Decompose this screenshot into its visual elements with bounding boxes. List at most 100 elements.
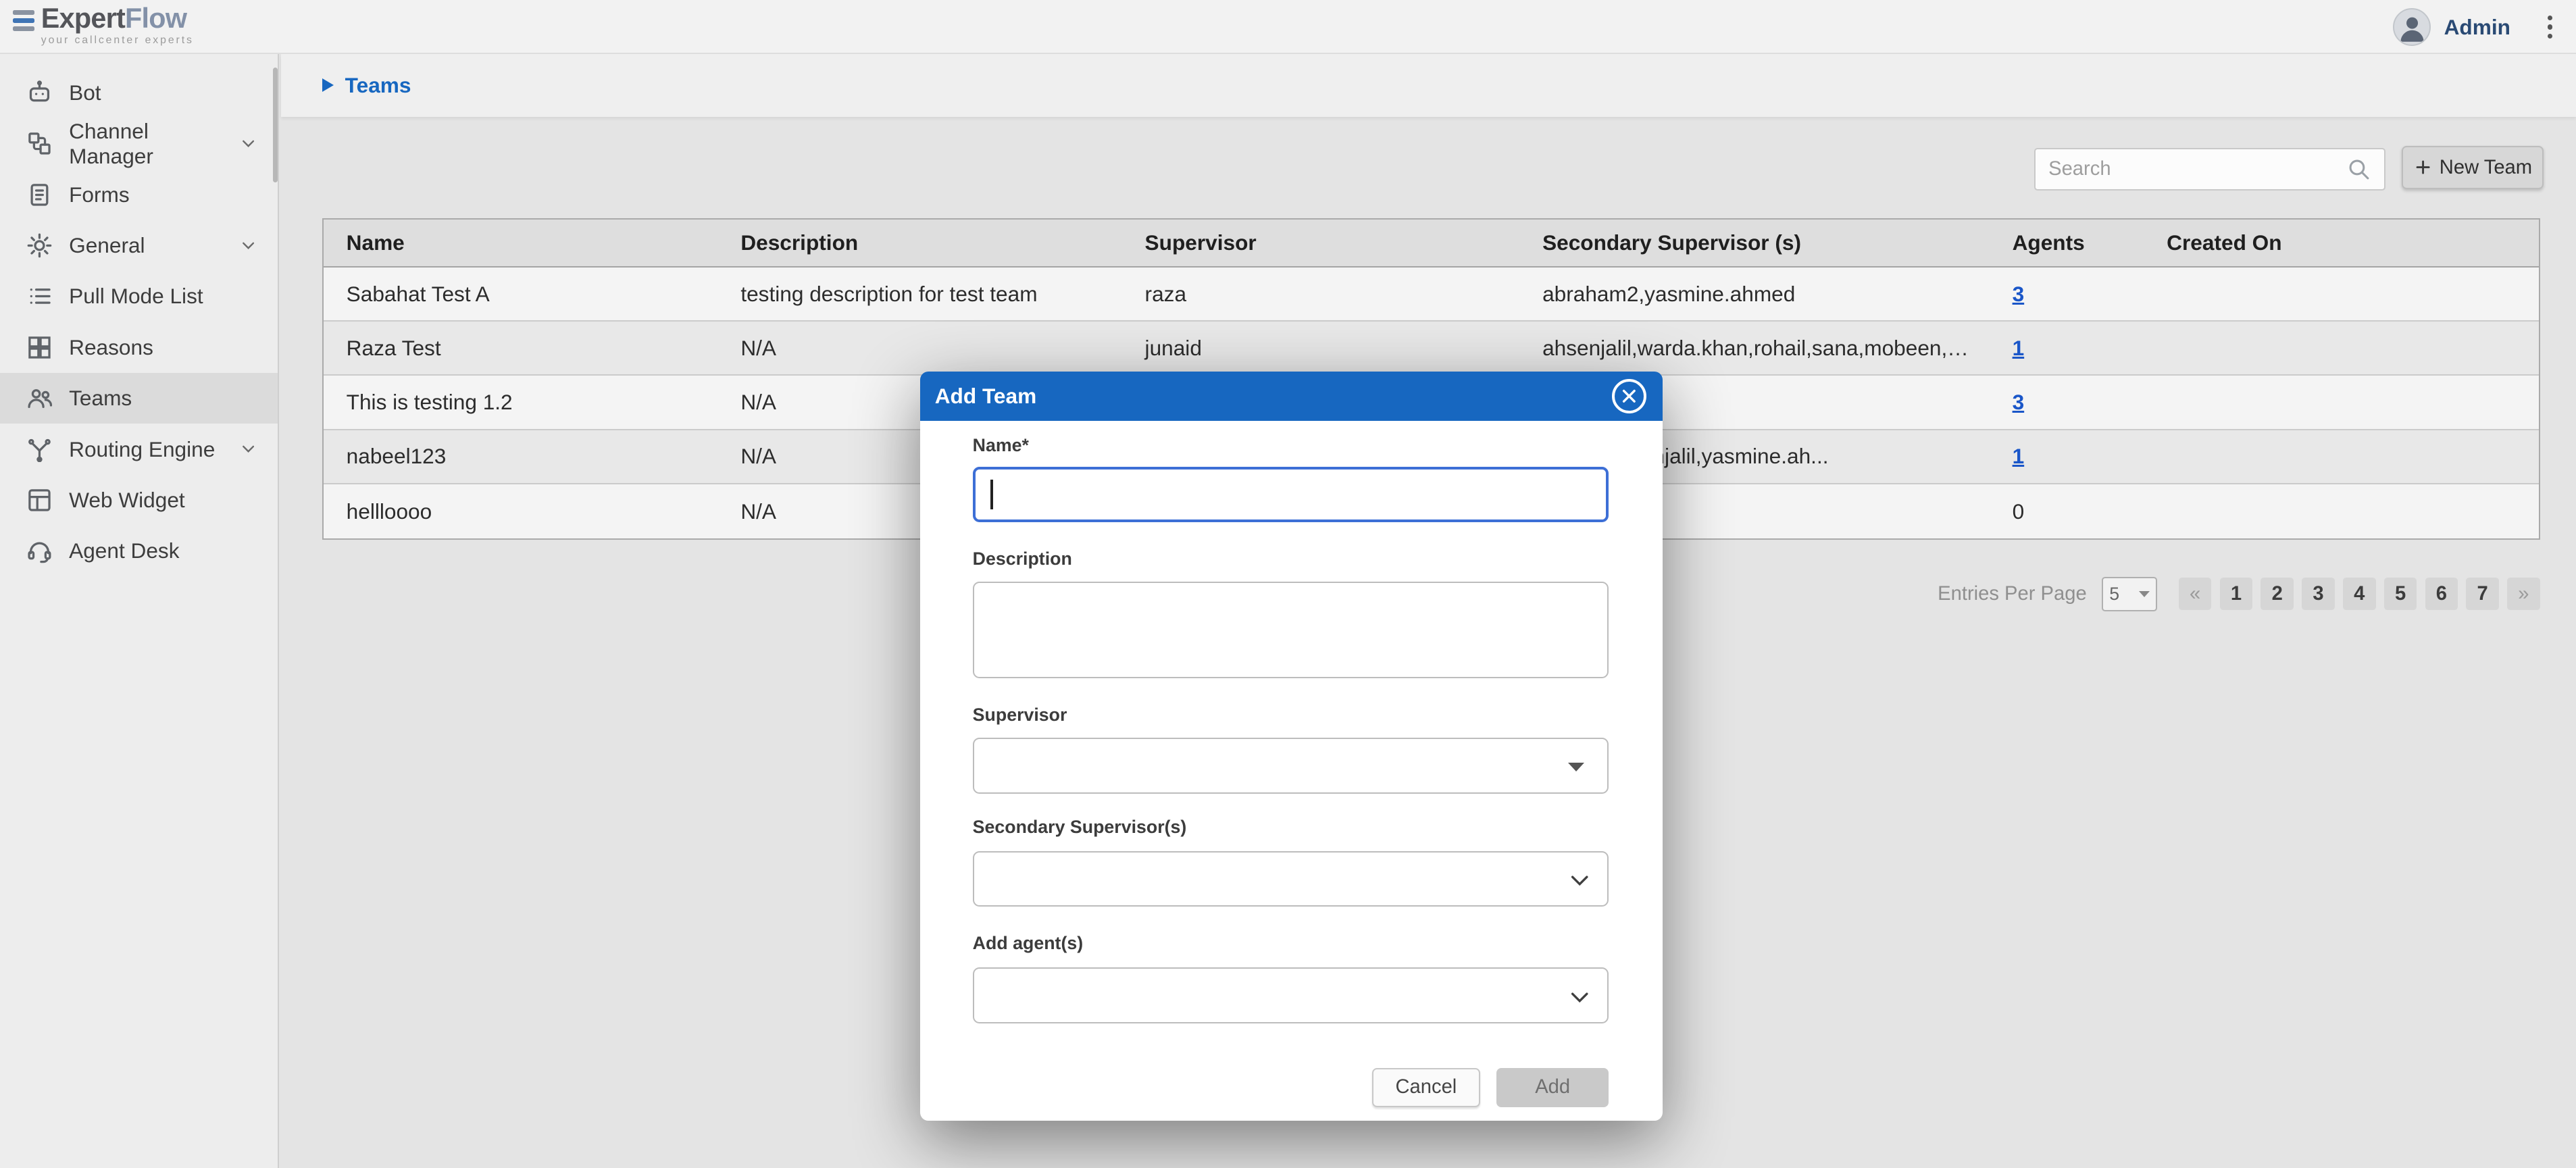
agents-count-link[interactable]: 3 (2013, 282, 2025, 306)
bot-icon (26, 80, 53, 106)
add-team-modal: Add Team Name* Description Supervisor Se… (920, 372, 1663, 1121)
dropdown-caret-icon (1568, 763, 1584, 771)
sidebar-item-teams[interactable]: Teams (0, 373, 278, 424)
close-button[interactable] (1612, 379, 1646, 413)
search-box (2034, 148, 2385, 191)
top-bar: ExpertFlow your callcenter experts Admin (0, 0, 2576, 54)
breadcrumb-label: Teams (345, 73, 411, 98)
page-button-1[interactable]: 1 (2220, 578, 2253, 611)
kebab-menu-icon[interactable] (2537, 7, 2563, 47)
cell-supervisor: raza (1122, 282, 1520, 307)
add-button[interactable]: Add (1496, 1068, 1608, 1107)
chevron-down-icon (1567, 986, 1592, 1010)
column-header-description: Description (717, 230, 1121, 255)
sidebar-item-forms[interactable]: Forms (0, 169, 278, 220)
cell-secondary-supervisors: ahsenjalil,warda.khan,rohail,sana,mobeen… (1519, 336, 1990, 361)
sidebar-item-label: Forms (69, 182, 130, 207)
team-name-input[interactable] (973, 467, 1609, 523)
sidebar-item-bot[interactable]: Bot (0, 68, 278, 118)
entries-per-page-label: Entries Per Page (1938, 583, 2087, 605)
gear-icon (26, 232, 53, 259)
brand-name: ExpertFlow (41, 5, 194, 32)
add-agents-label: Add agent(s) (973, 933, 1083, 954)
cancel-button[interactable]: Cancel (1372, 1068, 1481, 1107)
table-row: Raza Test N/A junaid ahsenjalil,warda.kh… (324, 322, 2539, 376)
sidebar-item-label: Web Widget (69, 488, 185, 513)
page-button-3[interactable]: 3 (2302, 578, 2335, 611)
chevron-down-icon (238, 134, 258, 153)
sidebar-item-pull-mode-list[interactable]: Pull Mode List (0, 271, 278, 322)
supervisor-label: Supervisor (973, 705, 1067, 726)
sidebar-item-reasons[interactable]: Reasons (0, 322, 278, 373)
chevron-down-icon (1567, 869, 1592, 893)
page-button-5[interactable]: 5 (2384, 578, 2417, 611)
breadcrumb[interactable]: Teams (281, 54, 2576, 116)
page-button-6[interactable]: 6 (2425, 578, 2458, 611)
sidebar-item-agent-desk[interactable]: Agent Desk (0, 526, 278, 576)
sidebar-item-label: Routing Engine (69, 437, 215, 462)
sidebar-item-label: Bot (69, 80, 101, 105)
prev-page-button[interactable]: « (2179, 578, 2212, 611)
sidebar-item-label: General (69, 233, 145, 258)
modal-title: Add Team (935, 384, 1036, 409)
add-agents-select[interactable] (973, 967, 1609, 1023)
sidebar-item-label: Agent Desk (69, 538, 179, 563)
sidebar-item-channel-manager[interactable]: Channel Manager (0, 118, 278, 169)
cell-description: testing description for test team (717, 282, 1121, 307)
page-button-2[interactable]: 2 (2261, 578, 2294, 611)
user-name[interactable]: Admin (2444, 15, 2510, 40)
grid-icon (26, 334, 53, 361)
user-avatar[interactable] (2393, 8, 2431, 46)
text-cursor (990, 480, 992, 509)
secondary-supervisors-select[interactable] (973, 851, 1609, 907)
agents-count-link[interactable]: 1 (2013, 336, 2025, 360)
agents-count-link[interactable]: 1 (2013, 444, 2025, 468)
logo-icon (13, 10, 34, 32)
column-header-name: Name (324, 230, 718, 255)
user-area: Admin (2393, 0, 2563, 54)
forms-icon (26, 182, 53, 208)
modal-header: Add Team (920, 372, 1663, 421)
new-team-label: New Team (2440, 157, 2532, 179)
sidebar-item-label: Pull Mode List (69, 284, 203, 309)
sidebar-item-web-widget[interactable]: Web Widget (0, 475, 278, 526)
close-icon (1620, 387, 1638, 405)
agents-count: 0 (2013, 499, 2025, 524)
sidebar-scrollbar[interactable] (273, 68, 278, 182)
chevron-down-icon (238, 439, 258, 459)
supervisor-select[interactable] (973, 738, 1609, 794)
page-button-4[interactable]: 4 (2343, 578, 2376, 611)
brand-tagline: your callcenter experts (41, 34, 194, 47)
pagination: Entries Per Page 5 « 1 2 3 4 5 6 7 » (1938, 577, 2540, 611)
cell-name: Sabahat Test A (324, 282, 718, 307)
breadcrumb-expander-icon (322, 78, 334, 92)
search-icon (2346, 157, 2371, 181)
chevron-down-icon (238, 236, 258, 255)
search-input[interactable] (2036, 158, 2347, 180)
agents-count-link[interactable]: 3 (2013, 390, 2025, 414)
page-button-7[interactable]: 7 (2466, 578, 2499, 611)
cell-supervisor: junaid (1122, 336, 1520, 361)
expertflow-logo: ExpertFlow your callcenter experts (13, 5, 193, 47)
sidebar-item-routing-engine[interactable]: Routing Engine (0, 424, 278, 474)
name-label: Name* (973, 435, 1029, 456)
next-page-button[interactable]: » (2507, 578, 2540, 611)
widget-icon (26, 487, 53, 513)
description-textarea[interactable] (973, 582, 1609, 678)
sidebar-item-label: Reasons (69, 335, 153, 360)
secondary-supervisors-label: Secondary Supervisor(s) (973, 817, 1187, 838)
entries-per-page-value: 5 (2109, 584, 2119, 605)
column-header-agents: Agents (1990, 230, 2144, 255)
cell-description: N/A (717, 336, 1121, 361)
sidebar-item-label: Channel Manager (69, 119, 222, 169)
description-label: Description (973, 549, 1072, 569)
sidebar-item-general[interactable]: General (0, 220, 278, 271)
new-team-button[interactable]: New Team (2402, 146, 2543, 188)
plus-icon (2413, 157, 2433, 177)
cell-name: nabeel123 (324, 444, 718, 469)
channel-manager-icon (26, 130, 53, 157)
sidebar: Bot Channel Manager Forms General Pull M… (0, 54, 279, 1168)
column-header-supervisor: Supervisor (1122, 230, 1520, 255)
people-icon (26, 385, 53, 411)
entries-per-page-select[interactable]: 5 (2102, 577, 2158, 611)
